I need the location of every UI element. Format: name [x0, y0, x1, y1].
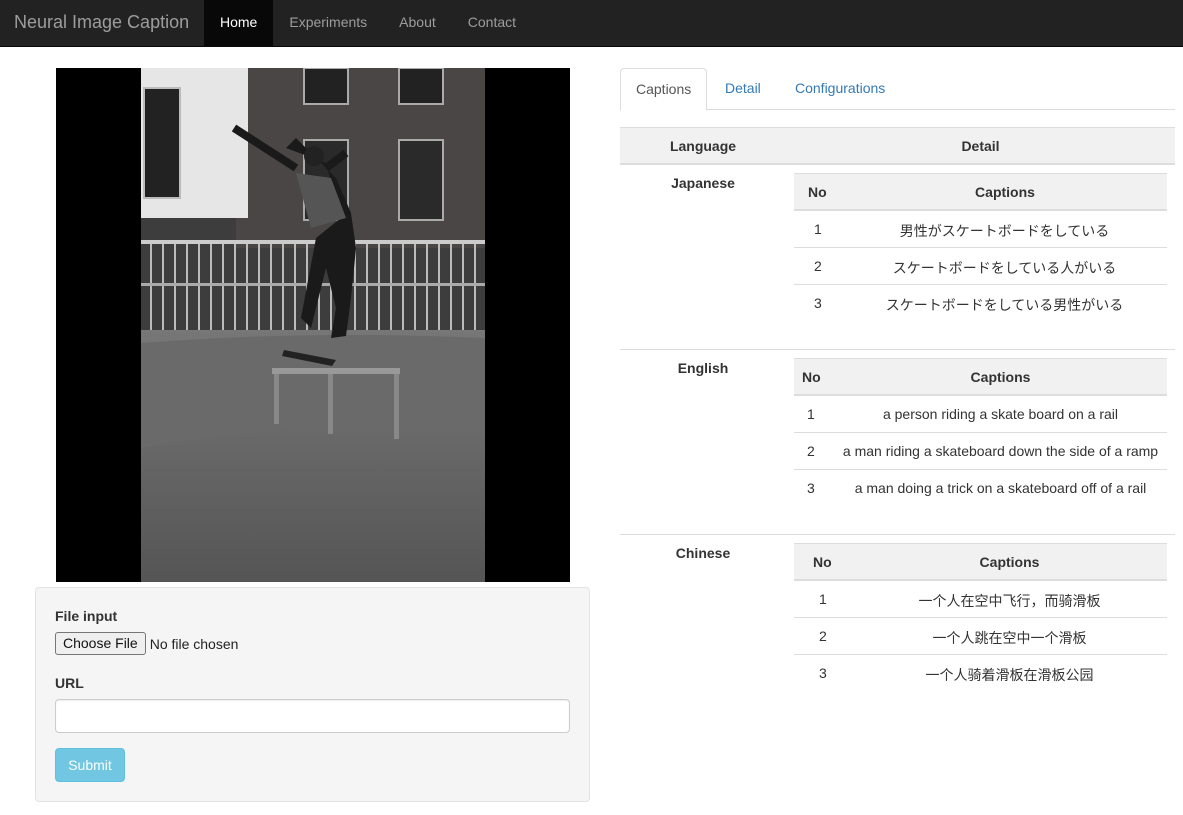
file-input-label: File input [55, 608, 118, 624]
submit-button[interactable]: Submit [55, 748, 125, 782]
captions-table: No Captions 1 男性がスケートボードをしている 2 スケートボードを… [794, 173, 1167, 322]
caption-text: 一个人骑着滑板在滑板公园 [925, 667, 1094, 683]
caption-text: a man riding a skateboard down the side … [842, 443, 1159, 459]
language-name: Japanese [671, 175, 735, 191]
file-input[interactable]: Choose File No file chosen [55, 632, 238, 655]
table-row: 2 スケートボードをしている人がいる [794, 248, 1167, 285]
upload-form: File input Choose File No file chosen UR… [35, 587, 590, 802]
captions-table-header: No Captions [794, 173, 1167, 211]
caption-text: a man doing a trick on a skateboard off … [854, 480, 1147, 496]
results-table-header: Language Detail [620, 127, 1175, 165]
caption-text: スケートボードをしている男性がいる [885, 297, 1124, 313]
uploaded-image [56, 68, 570, 582]
url-label: URL [55, 675, 84, 691]
column-header-captions: Captions [970, 369, 1031, 385]
caption-no: 2 [819, 628, 827, 644]
column-header-no: No [802, 369, 821, 385]
column-header-language: Language [669, 138, 737, 154]
column-header-no: No [813, 554, 832, 570]
caption-no: 1 [807, 406, 815, 422]
nav-item-contact[interactable]: Contact [452, 0, 532, 46]
table-row: 3 一个人骑着滑板在滑板公园 [794, 655, 1167, 692]
table-row: 1 男性がスケートボードをしている [794, 211, 1167, 248]
skateboarder-photo [56, 68, 570, 582]
caption-no: 1 [819, 591, 827, 607]
captions-table: No Captions 1 a person riding a skate bo… [794, 358, 1167, 507]
table-row: 3 スケートボードをしている男性がいる [794, 285, 1167, 322]
language-row-english: English No Captions 1 a person riding a … [620, 349, 1175, 534]
navbar-brand[interactable]: Neural Image Caption [14, 12, 189, 33]
caption-no: 3 [819, 665, 827, 681]
captions-table-header: No Captions [794, 358, 1167, 396]
language-row-japanese: Japanese No Captions 1 男性がスケートボードをしている 2… [620, 165, 1175, 350]
url-input[interactable] [55, 699, 570, 733]
caption-text: 男性がスケートボードをしている [899, 223, 1110, 239]
navbar: Neural Image Caption Home Experiments Ab… [0, 0, 1183, 47]
language-name: Chinese [675, 545, 731, 561]
caption-no: 1 [814, 221, 822, 237]
table-row: 3 a man doing a trick on a skateboard of… [794, 470, 1167, 507]
caption-no: 3 [814, 295, 822, 311]
table-row: 2 一个人跳在空中一个滑板 [794, 618, 1167, 655]
caption-text: スケートボードをしている人がいる [892, 260, 1117, 276]
choose-file-button[interactable]: Choose File [55, 632, 146, 655]
captions-table: No Captions 1 一个人在空中飞行，而骑滑板 2 一个人跳在空中一个滑… [794, 543, 1167, 692]
navbar-nav: Home Experiments About Contact [204, 0, 532, 46]
language-row-chinese: Chinese No Captions 1 一个人在空中飞行，而骑滑板 2 一个… [620, 534, 1175, 719]
language-name: English [677, 360, 729, 376]
caption-text: a person riding a skate board on a rail [882, 406, 1119, 422]
column-header-detail: Detail [961, 138, 1000, 154]
nav-item-experiments[interactable]: Experiments [273, 0, 383, 46]
nav-item-home[interactable]: Home [204, 0, 274, 46]
caption-no: 3 [807, 480, 815, 496]
table-row: 2 a man riding a skateboard down the sid… [794, 433, 1167, 470]
caption-no: 2 [807, 443, 815, 459]
caption-no: 2 [814, 258, 822, 274]
caption-text: 一个人跳在空中一个滑板 [932, 630, 1087, 646]
column-header-captions: Captions [975, 184, 1035, 200]
nav-item-about[interactable]: About [383, 0, 452, 46]
column-header-captions: Captions [979, 554, 1040, 570]
caption-text: 一个人在空中飞行，而骑滑板 [918, 593, 1101, 609]
tab-configurations[interactable]: Configurations [780, 68, 900, 110]
result-tabs: Captions Detail Configurations [620, 68, 1175, 111]
file-status: No file chosen [149, 635, 239, 652]
tab-detail[interactable]: Detail [710, 68, 776, 110]
captions-table-header: No Captions [794, 543, 1167, 581]
tab-captions[interactable]: Captions [620, 68, 708, 111]
table-row: 1 一个人在空中飞行，而骑滑板 [794, 581, 1167, 618]
table-row: 1 a person riding a skate board on a rai… [794, 396, 1167, 433]
